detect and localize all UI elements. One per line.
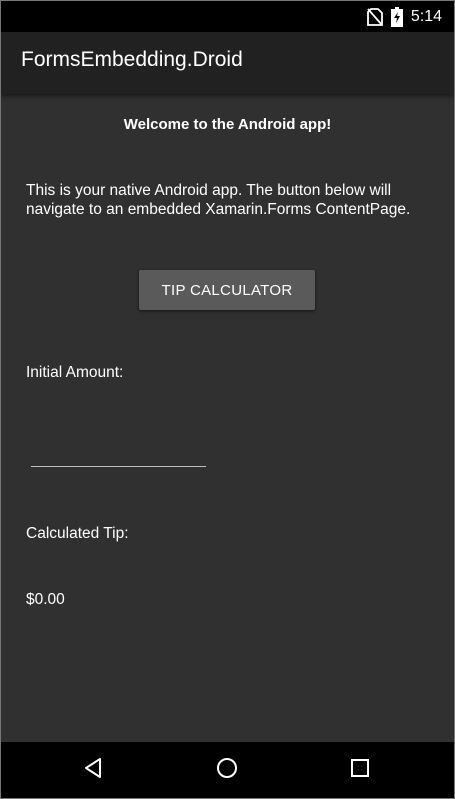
back-button[interactable] <box>63 742 123 798</box>
app-title: FormsEmbedding.Droid <box>21 48 243 71</box>
calculated-tip-value: $0.00 <box>26 591 65 608</box>
back-icon <box>83 757 103 783</box>
app-bar: FormsEmbedding.Droid <box>1 32 454 94</box>
home-button[interactable] <box>197 742 257 798</box>
description-text: This is your native Android app. The but… <box>26 182 411 218</box>
navigation-bar <box>1 742 454 798</box>
no-sim-icon <box>366 8 383 26</box>
status-time: 5:14 <box>410 8 442 25</box>
recents-button[interactable] <box>330 742 390 798</box>
recents-icon <box>350 758 370 782</box>
battery-charging-icon <box>390 7 403 27</box>
status-bar: 5:14 <box>1 1 454 32</box>
main-content: Welcome to the Android app! This is your… <box>1 94 454 742</box>
home-icon <box>216 757 238 783</box>
initial-amount-input[interactable] <box>31 434 206 467</box>
status-icons: 5:14 <box>366 7 442 27</box>
calculated-tip-label: Calculated Tip: <box>26 525 129 542</box>
tip-calculator-button[interactable]: TIP CALCULATOR <box>139 270 315 310</box>
phone-screen: 5:14 FormsEmbedding.Droid Welcome to the… <box>0 0 455 799</box>
welcome-heading: Welcome to the Android app! <box>123 116 332 133</box>
initial-amount-label: Initial Amount: <box>26 364 124 381</box>
